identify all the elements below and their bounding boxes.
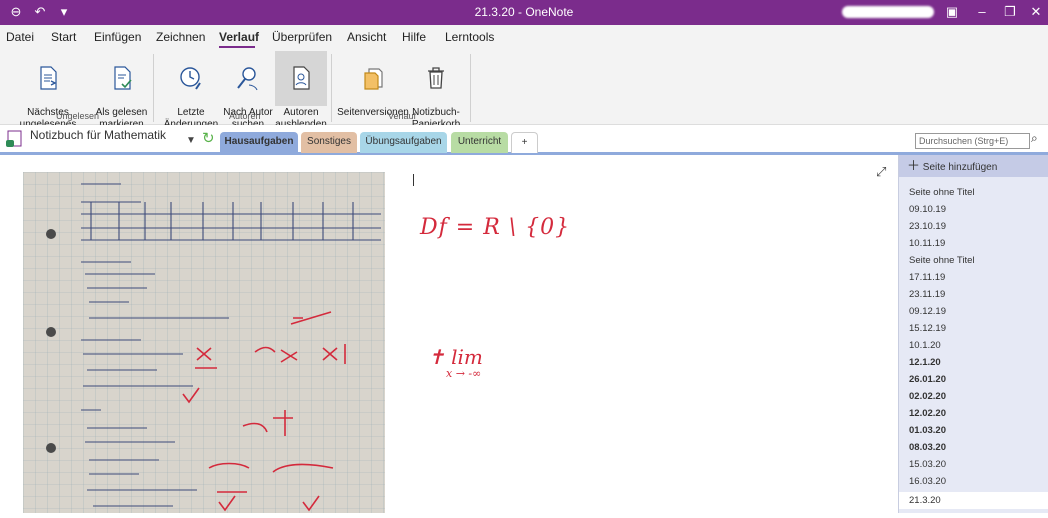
ribbon-display-icon[interactable]: ▣ bbox=[942, 3, 962, 21]
ribbon bbox=[0, 49, 1048, 125]
group-label-unread: Ungelesen bbox=[56, 111, 100, 121]
plus-icon: ＋ bbox=[907, 158, 921, 173]
notebook-dropdown-icon[interactable]: ▼ bbox=[186, 135, 196, 146]
ink-limit[interactable]: ✝ lim x → -∞ bbox=[428, 345, 483, 380]
active-tab-underline bbox=[219, 46, 255, 48]
selected-page-row[interactable]: 21.3.20 bbox=[899, 492, 1048, 509]
recent-changes-button[interactable]: Letzte Änderungen bbox=[160, 53, 222, 131]
mark-read-icon bbox=[113, 66, 132, 90]
page-list-item[interactable]: 12.1.20 bbox=[909, 357, 941, 368]
maximize-icon[interactable]: ❐ bbox=[1000, 3, 1020, 21]
page-list-item[interactable]: 15.12.19 bbox=[909, 323, 946, 334]
selected-page-label: 21.3.20 bbox=[909, 495, 941, 506]
page-versions-button[interactable]: Seitenversionen bbox=[336, 53, 410, 119]
search-icon[interactable]: ⌕ bbox=[1031, 131, 1038, 146]
hide-authors-button[interactable]: Autoren ausblenden bbox=[275, 51, 327, 130]
notebook-icon bbox=[6, 130, 22, 147]
handwritten-notes-photo[interactable] bbox=[23, 172, 385, 513]
page-list-item[interactable]: 23.11.19 bbox=[909, 289, 945, 300]
menu-lerntools[interactable]: Lerntools bbox=[445, 30, 494, 44]
notes-photo-image bbox=[23, 172, 385, 513]
group-label-authors: Autoren bbox=[229, 111, 261, 121]
next-unread-icon bbox=[40, 66, 57, 90]
title-bar: ⊖ ↶ ▾ 21.3.20 - OneNote ▣ – ❐ ✕ bbox=[0, 0, 1048, 25]
expand-icon[interactable]: ⤢ bbox=[876, 164, 886, 180]
menu-start[interactable]: Start bbox=[51, 30, 76, 44]
page-versions-icon bbox=[364, 68, 383, 90]
page-list: ＋ Seite hinzufügen Seite ohne Titel 09.10… bbox=[898, 155, 1048, 513]
tab-sonstiges[interactable]: Sonstiges bbox=[301, 132, 357, 153]
account-name-redacted[interactable] bbox=[842, 6, 934, 18]
page-list-item[interactable]: 12.02.20 bbox=[909, 408, 946, 419]
ribbon-divider bbox=[331, 54, 332, 122]
tab-hausaufgaben[interactable]: Hausaufgaben bbox=[220, 132, 298, 153]
tab-unterricht[interactable]: Unterricht bbox=[451, 132, 508, 153]
page-list-item[interactable]: 15.03.20 bbox=[909, 459, 946, 470]
close-icon[interactable]: ✕ bbox=[1026, 3, 1046, 21]
page-list-item[interactable]: 10.1.20 bbox=[909, 340, 941, 351]
add-page-label: Seite hinzufügen bbox=[922, 162, 998, 173]
page-list-item[interactable]: 26.01.20 bbox=[909, 374, 946, 385]
ribbon-divider bbox=[470, 54, 471, 122]
ink-limit-subscript: x → -∞ bbox=[446, 367, 482, 380]
ribbon-divider bbox=[153, 54, 154, 122]
menu-zeichnen[interactable]: Zeichnen bbox=[156, 30, 205, 44]
menu-einfuegen[interactable]: Einfügen bbox=[94, 30, 141, 44]
page-list-item[interactable]: 01.03.20 bbox=[909, 425, 946, 436]
menu-hilfe[interactable]: Hilfe bbox=[402, 30, 426, 44]
hide-authors-icon bbox=[293, 66, 310, 90]
clock-icon bbox=[180, 67, 201, 90]
menu-bar: Datei Start Einfügen Zeichnen Verlauf Üb… bbox=[0, 25, 1048, 49]
text-cursor bbox=[413, 174, 414, 186]
search-input[interactable]: Durchsuchen (Strg+E) bbox=[915, 133, 1030, 149]
ink-limit-text: lim bbox=[451, 345, 483, 369]
add-page-button[interactable]: ＋ Seite hinzufügen bbox=[899, 155, 1048, 177]
notebook-name[interactable]: Notizbuch für Mathematik bbox=[30, 128, 166, 142]
recycle-bin-button[interactable]: Notizbuch- Papierkorb bbox=[408, 53, 464, 131]
page-list-item[interactable]: 02.02.20 bbox=[909, 391, 946, 402]
page-list-item[interactable]: 09.12.19 bbox=[909, 306, 946, 317]
mark-read-button[interactable]: Als gelesen markieren bbox=[94, 53, 149, 131]
menu-datei[interactable]: Datei bbox=[6, 30, 34, 44]
menu-ueberpruefen[interactable]: Überprüfen bbox=[272, 30, 332, 44]
minimize-icon[interactable]: – bbox=[972, 3, 992, 21]
ink-limit-prefix: ✝ bbox=[428, 345, 452, 369]
sync-icon[interactable]: ↻ bbox=[202, 129, 215, 147]
add-section-button[interactable]: + bbox=[511, 132, 538, 153]
group-label-history: Verlauf bbox=[388, 111, 417, 121]
menu-ansicht[interactable]: Ansicht bbox=[347, 30, 386, 44]
user-search-icon bbox=[237, 67, 258, 91]
page-list-item[interactable]: 23.10.19 bbox=[909, 221, 946, 232]
ink-domain-definition[interactable]: Df = R \ {0} bbox=[420, 215, 570, 240]
trash-icon bbox=[428, 67, 444, 89]
page-list-item[interactable]: 08.03.20 bbox=[909, 442, 946, 453]
page-list-item[interactable]: 17.11.19 bbox=[909, 272, 945, 283]
page-list-item[interactable]: Seite ohne Titel bbox=[909, 187, 975, 198]
page-list-item[interactable]: Seite ohne Titel bbox=[909, 255, 975, 266]
tab-uebungsaufgaben[interactable]: Übungsaufgaben bbox=[360, 132, 447, 153]
page-list-item[interactable]: 09.10.19 bbox=[909, 204, 946, 215]
menu-verlauf[interactable]: Verlauf bbox=[219, 30, 259, 44]
page-list-item[interactable]: 10.11.19 bbox=[909, 238, 945, 249]
page-list-item[interactable]: 16.03.20 bbox=[909, 476, 946, 487]
